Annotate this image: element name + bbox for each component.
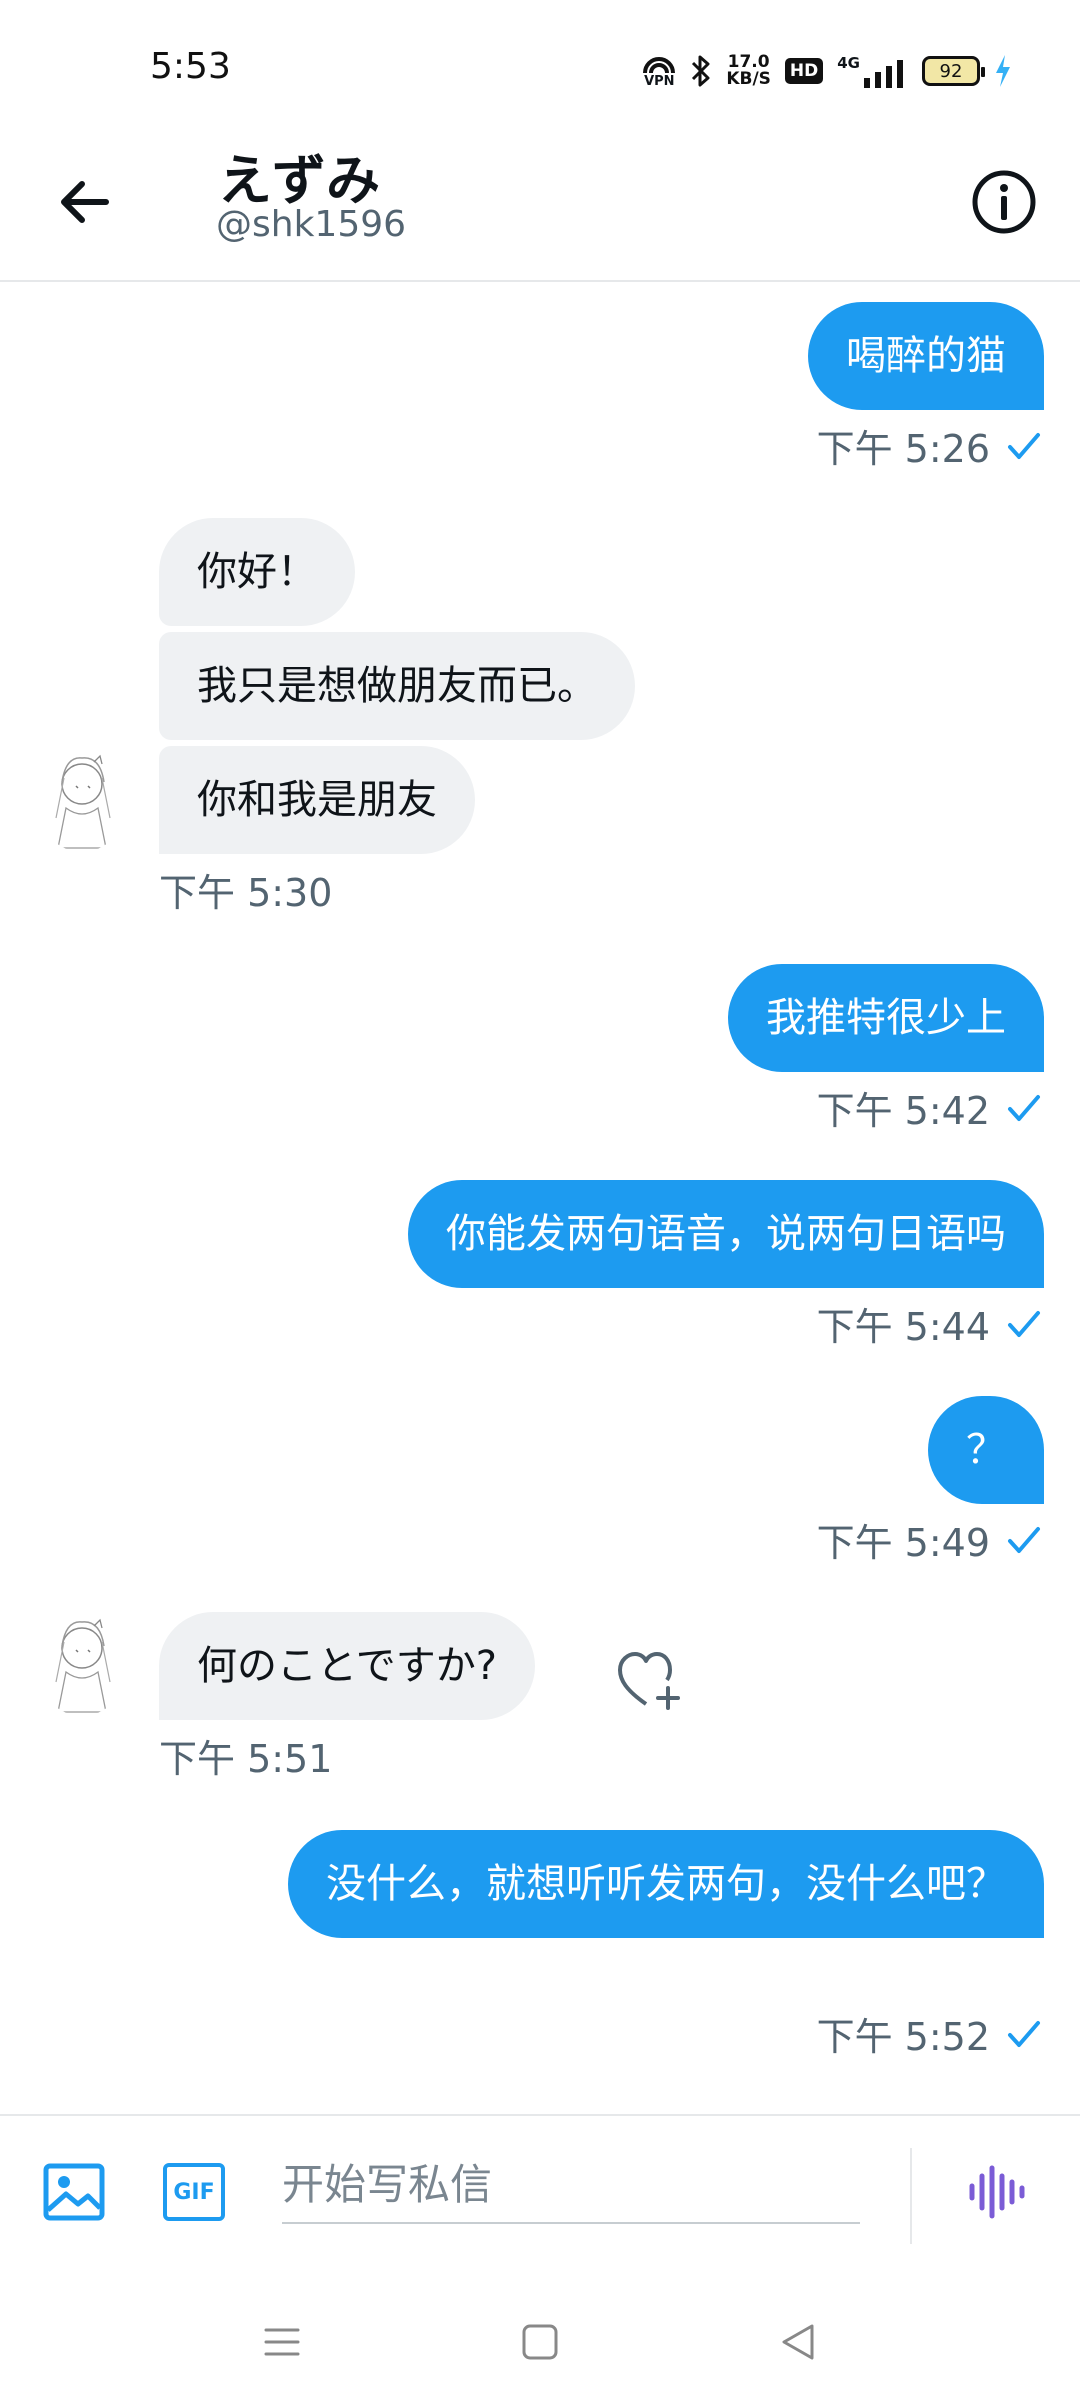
message-time: 下午 5:26 xyxy=(816,427,990,471)
vpn-label: VPN xyxy=(644,73,675,89)
check-icon xyxy=(1008,1094,1040,1121)
bluetooth-icon xyxy=(690,54,712,88)
check-icon xyxy=(1008,2020,1040,2047)
back-triangle-icon xyxy=(782,2324,814,2360)
vpn-icon: VPN xyxy=(642,55,676,88)
message-bubble-outgoing[interactable]: 你能发两句语音，说两句日语吗 xyxy=(408,1180,1044,1288)
check-icon xyxy=(1008,432,1040,459)
message-meta: 下午 5:30 xyxy=(159,862,332,917)
arrow-left-icon xyxy=(61,181,109,223)
message-bubble-outgoing[interactable]: 没什么，就想听听发两句，没什么吧？ xyxy=(288,1830,1044,1938)
message-meta: 下午 5:44 xyxy=(817,1296,1044,1351)
message-time: 下午 5:42 xyxy=(816,1089,990,1133)
add-image-button[interactable] xyxy=(40,2158,108,2226)
message-bubble-outgoing[interactable]: 我推特很少上 xyxy=(728,964,1044,1072)
status-icons: VPN 17.0 KB/S HD 4G 92 xyxy=(642,50,1012,92)
voice-message-button[interactable] xyxy=(962,2158,1030,2226)
back-nav-button[interactable] xyxy=(766,2310,830,2374)
avatar-sketch xyxy=(55,754,111,849)
network-speed-unit: KB/S xyxy=(726,69,771,89)
check-icon xyxy=(1008,1526,1040,1553)
message-list[interactable]: 喝醉的猫 下午 5:26 你好！ 我只是想做朋友而已。 你和我是朋友 下午 5:… xyxy=(0,282,1080,2114)
message-bubble-incoming[interactable]: 我只是想做朋友而已。 xyxy=(159,632,635,740)
message-time: 下午 5:51 xyxy=(159,1737,333,1781)
message-meta: 下午 5:51 xyxy=(159,1728,332,1783)
message-bubble-incoming[interactable]: 何のことですか? xyxy=(159,1612,536,1720)
heart-plus-icon xyxy=(618,1652,680,1710)
status-bar: 5:53 VPN 17.0 KB/S HD 4G 92 xyxy=(0,0,1080,130)
back-button[interactable] xyxy=(48,166,120,238)
hd-badge: HD xyxy=(784,58,824,84)
message-bubble-outgoing[interactable]: ？ xyxy=(928,1396,1044,1504)
image-icon xyxy=(43,2163,105,2221)
conversation-header: えずみ @shk1596 xyxy=(0,130,1080,282)
battery-icon: 92 xyxy=(922,56,985,86)
voice-wave-icon xyxy=(969,2165,1025,2219)
signal-icon: 4G xyxy=(837,54,908,88)
avatar[interactable] xyxy=(36,1612,128,1716)
message-meta: 下午 5:42 xyxy=(817,1080,1044,1135)
message-input[interactable] xyxy=(282,2146,860,2224)
message-composer: GIF xyxy=(0,2114,1080,2284)
menu-icon xyxy=(264,2328,300,2356)
message-meta: 下午 5:49 xyxy=(817,1512,1044,1567)
avatar-sketch xyxy=(55,1618,111,1713)
system-navigation-bar xyxy=(0,2284,1080,2400)
gif-label: GIF xyxy=(173,2179,215,2205)
message-meta: 下午 5:26 xyxy=(817,418,1044,473)
message-bubble-incoming[interactable]: 你和我是朋友 xyxy=(159,746,475,854)
status-time: 5:53 xyxy=(150,46,231,87)
composer-divider xyxy=(910,2148,912,2244)
avatar[interactable] xyxy=(36,748,128,852)
react-button[interactable] xyxy=(616,1648,686,1712)
message-bubble-incoming[interactable]: 你好！ xyxy=(159,518,355,626)
message-time: 下午 5:44 xyxy=(816,1305,990,1349)
info-button[interactable] xyxy=(966,164,1042,240)
contact-handle[interactable]: @shk1596 xyxy=(216,204,406,245)
home-nav-button[interactable] xyxy=(508,2310,572,2374)
message-bubble-outgoing[interactable]: 喝醉的猫 xyxy=(808,302,1044,410)
message-time: 下午 5:49 xyxy=(816,1521,990,1565)
message-meta: 下午 5:52 xyxy=(817,2006,1044,2061)
charging-icon xyxy=(994,54,1012,88)
add-gif-button[interactable]: GIF xyxy=(160,2158,228,2226)
menu-nav-button[interactable] xyxy=(250,2310,314,2374)
network-speed: 17.0 KB/S xyxy=(726,54,771,88)
check-icon xyxy=(1008,1310,1040,1337)
info-icon xyxy=(972,170,1036,234)
signal-label: 4G xyxy=(837,54,860,72)
home-square-icon xyxy=(522,2324,558,2360)
message-time: 下午 5:52 xyxy=(816,2015,990,2059)
gif-icon: GIF xyxy=(163,2163,225,2221)
message-time: 下午 5:30 xyxy=(159,871,333,915)
battery-level: 92 xyxy=(939,60,963,82)
